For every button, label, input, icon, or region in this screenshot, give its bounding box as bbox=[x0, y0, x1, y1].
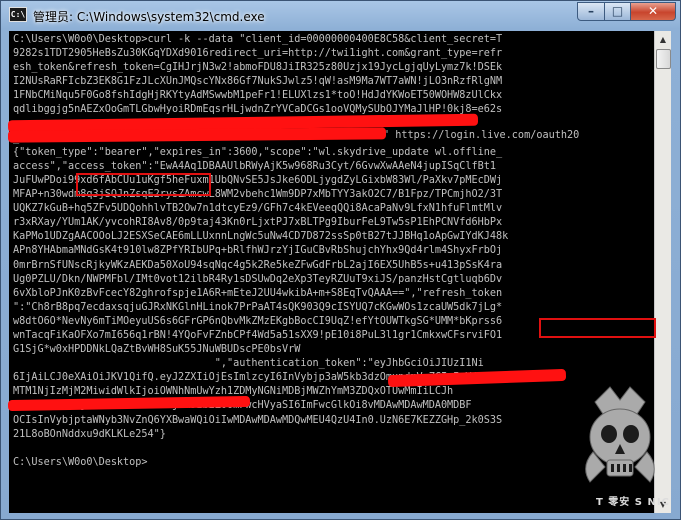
close-button[interactable]: ✕ bbox=[630, 2, 676, 21]
title-bar[interactable]: C:\ 管理员: C:\Windows\system32\cmd.exe – □… bbox=[1, 1, 680, 30]
minimize-button[interactable]: – bbox=[577, 2, 605, 21]
console-output[interactable]: C:\Users\W0o0\Desktop>curl -k --data "cl… bbox=[9, 31, 654, 513]
refresh-token-highlight-box bbox=[539, 318, 656, 338]
scroll-up-arrow-icon[interactable]: ▲ bbox=[655, 31, 671, 48]
skull-watermark-icon bbox=[585, 386, 655, 483]
oauth-url-fragment: " https://login.live.com/oauth20 bbox=[383, 129, 580, 143]
watermark-text: T 零安 S NIC bbox=[596, 497, 670, 508]
access-token-highlight-box bbox=[76, 173, 211, 196]
window-title: 管理员: C:\Windows\system32\cmd.exe bbox=[33, 10, 265, 24]
cmd-app-icon[interactable]: C:\ bbox=[9, 7, 27, 22]
maximize-button[interactable]: □ bbox=[604, 2, 631, 21]
scrollbar-thumb[interactable] bbox=[656, 49, 671, 69]
